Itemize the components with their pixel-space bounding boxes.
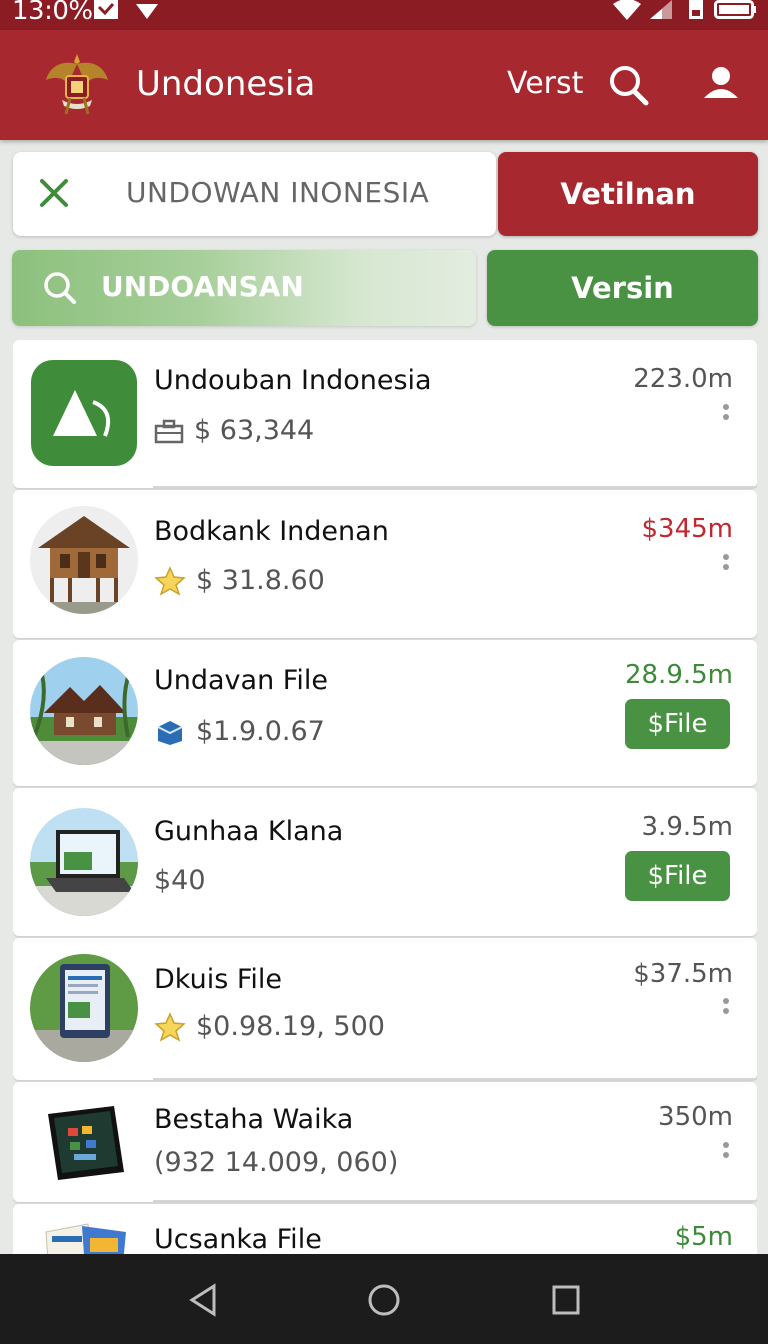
item-subtitle: $1.9.0.67: [154, 716, 325, 747]
filter-label: UNDOANSAN: [101, 270, 304, 303]
sim-icon: [689, 0, 703, 19]
garuda-emblem-logo: [46, 54, 108, 115]
list-item[interactable]: Gunhaa Klana $40 3.9.5m $File: [13, 788, 757, 936]
search-box[interactable]: UNDOWAN INONESIA: [13, 152, 496, 236]
item-size: 3.9.5m: [641, 812, 733, 842]
app-bar: Undonesia Verst: [0, 30, 768, 140]
laptop-image: [30, 808, 138, 916]
house-photo-thumbnail: [30, 657, 138, 765]
item-size: $37.5m: [633, 959, 733, 989]
app-thumbnail: [31, 360, 137, 466]
item-title: Ucsanka File: [154, 1224, 322, 1254]
item-title: Bestaha Waika: [154, 1104, 354, 1135]
list-item[interactable]: Undouban Indonesia $ 63,344 223.0m: [13, 340, 757, 488]
star-icon: [154, 1011, 186, 1042]
filter-chip[interactable]: UNDOANSAN: [12, 250, 476, 326]
status-bar: 13:0%: [0, 0, 768, 30]
account-icon[interactable]: [700, 64, 742, 106]
kiosk-thumbnail: [30, 954, 138, 1062]
laptop-thumbnail: [30, 808, 138, 916]
item-subtitle: $ 63,344: [154, 415, 314, 446]
tropical-house-image: [30, 657, 138, 765]
more-options-icon[interactable]: [723, 1142, 729, 1162]
item-subtitle: $0.98.19, 500: [154, 1011, 385, 1042]
box-icon: [157, 720, 183, 745]
status-time: 13:0%: [12, 0, 93, 26]
item-subtitle: $ 31.8.60: [154, 565, 325, 596]
home-icon[interactable]: [366, 1282, 402, 1318]
list-item[interactable]: Ucsanka File $5m: [13, 1204, 757, 1254]
item-title: Undavan File: [154, 665, 328, 696]
recents-icon[interactable]: [550, 1282, 582, 1318]
app-title: Undonesia: [136, 64, 316, 104]
results-list: Undouban Indonesia $ 63,344 223.0m Bodka…: [13, 340, 757, 1254]
tablet-thumbnail: [30, 1088, 138, 1196]
list-item[interactable]: Dkuis File $0.98.19, 500 $37.5m: [13, 938, 757, 1080]
item-title: Gunhaa Klana: [154, 816, 344, 847]
item-title: Undouban Indonesia: [154, 365, 432, 396]
star-icon: [154, 565, 186, 596]
tablet-image: [30, 1088, 138, 1196]
list-item[interactable]: Bodkank Indenan $ 31.8.60 $345m: [13, 490, 757, 638]
brochure-image: [30, 1212, 138, 1254]
document-thumbnail: [30, 1212, 138, 1254]
item-size: $345m: [641, 514, 734, 544]
item-size: 223.0m: [633, 364, 733, 394]
item-subtitle: $40: [154, 865, 206, 896]
list-item[interactable]: Undavan File $1.9.0.67 28.9.5m $File: [13, 640, 757, 786]
more-options-icon[interactable]: [723, 404, 729, 424]
item-size: 350m: [658, 1102, 733, 1132]
briefcase-icon: [154, 419, 184, 443]
house-thumbnail: [30, 506, 138, 614]
signal-icon: [650, 0, 672, 19]
search-input[interactable]: UNDOWAN INONESIA: [126, 176, 429, 209]
display-kiosk-image: [30, 954, 138, 1062]
item-size: 28.9.5m: [624, 660, 733, 690]
item-subtitle: (932 14.009, 060): [154, 1147, 399, 1178]
item-title: Bodkank Indenan: [154, 516, 389, 547]
back-icon[interactable]: [186, 1282, 220, 1318]
mail-check-icon: [94, 0, 118, 19]
search-icon: [44, 272, 76, 304]
search-icon[interactable]: [608, 64, 650, 106]
item-title: Dkuis File: [154, 964, 283, 995]
version-action[interactable]: Verst: [507, 66, 583, 101]
clear-icon[interactable]: [37, 176, 71, 210]
triangle-logo-icon: [53, 390, 110, 437]
item-size: $5m: [674, 1222, 733, 1252]
wifi-icon: [613, 0, 641, 20]
more-options-icon[interactable]: [723, 554, 729, 574]
traditional-house-image: [30, 506, 138, 614]
list-item[interactable]: Bestaha Waika (932 14.009, 060) 350m: [13, 1082, 757, 1202]
file-button[interactable]: $File: [625, 699, 730, 749]
location-icon: [136, 4, 158, 19]
battery-icon: [714, 0, 756, 19]
version-button[interactable]: Versin: [487, 250, 758, 326]
search-submit-button[interactable]: Vetilnan: [498, 152, 758, 236]
navigation-bar: [0, 1254, 768, 1344]
more-options-icon[interactable]: [723, 998, 729, 1018]
file-button[interactable]: $File: [625, 851, 730, 901]
